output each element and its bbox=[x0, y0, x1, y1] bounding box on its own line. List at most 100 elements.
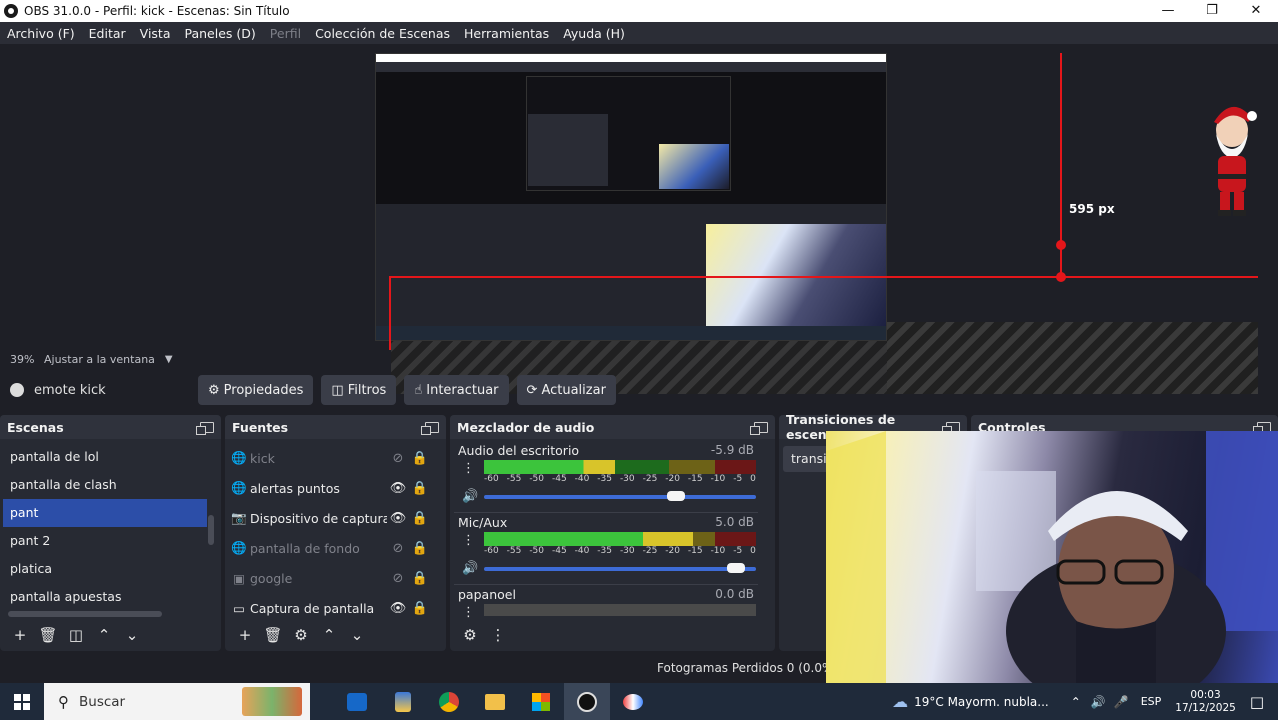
speaker-icon[interactable]: 🔊 bbox=[462, 489, 478, 504]
paint-icon[interactable] bbox=[610, 683, 656, 720]
chevron-down-icon[interactable]: ▼ bbox=[165, 354, 173, 365]
scenes-toolbar: + 🗑 ◫ ⌃ ⌄ bbox=[0, 619, 221, 651]
windows-start-icon[interactable] bbox=[0, 683, 44, 720]
slider-knob[interactable] bbox=[727, 563, 746, 573]
speaker-icon[interactable]: 🔊 bbox=[1091, 695, 1106, 709]
taskbar-apps bbox=[334, 683, 656, 720]
chevron-up-icon[interactable]: ⌃ bbox=[315, 626, 343, 644]
scrollbar[interactable] bbox=[208, 515, 214, 545]
scene-item[interactable]: pantalla de clash bbox=[3, 471, 207, 499]
menu-paneles[interactable]: Paneles (D) bbox=[178, 26, 263, 41]
source-item[interactable]: 🌐 kick ⊘ 🔒 bbox=[231, 443, 431, 473]
source-name: pantalla de fondo bbox=[250, 540, 360, 556]
undock-icon[interactable] bbox=[750, 421, 768, 435]
channel-name: Mic/Aux bbox=[458, 515, 508, 530]
gear-icon[interactable]: ⚙ bbox=[456, 626, 484, 644]
audio-mixer-dock: Mezclador de audio Audio del escritorio … bbox=[450, 415, 775, 651]
undock-icon[interactable] bbox=[421, 421, 439, 435]
menu-ayuda[interactable]: Ayuda (H) bbox=[556, 26, 632, 41]
trash-icon[interactable]: 🗑 bbox=[259, 626, 287, 644]
chrome-icon[interactable] bbox=[426, 683, 472, 720]
kebab-menu-icon[interactable]: ⋮ bbox=[462, 533, 475, 548]
slider-knob[interactable] bbox=[667, 491, 686, 501]
menu-coleccion-escenas[interactable]: Colección de Escenas bbox=[308, 26, 457, 41]
menu-editar[interactable]: Editar bbox=[82, 26, 133, 41]
zoom-mode[interactable]: Ajustar a la ventana bbox=[44, 353, 155, 366]
filters-button[interactable]: ◫ Filtros bbox=[321, 375, 397, 405]
trash-icon[interactable]: 🗑 bbox=[34, 626, 62, 644]
menu-archivo[interactable]: Archivo (F) bbox=[0, 26, 82, 41]
kebab-menu-icon[interactable]: ⋮ bbox=[484, 626, 512, 644]
globe-icon bbox=[10, 383, 24, 397]
scene-item[interactable]: pant 2 bbox=[3, 527, 207, 555]
hand-pointer-icon: ☝ bbox=[414, 382, 423, 398]
source-item[interactable]: 🌐 alertas puntos 👁 🔒 bbox=[231, 473, 431, 503]
gear-icon: ⚙ bbox=[208, 382, 220, 398]
microphone-icon[interactable]: 🎤 bbox=[1114, 695, 1129, 709]
add-icon[interactable]: + bbox=[231, 626, 259, 644]
weather-widget[interactable]: ☁ 19°C Mayorm. nubla... bbox=[892, 692, 1049, 711]
refresh-button[interactable]: ⟳ Actualizar bbox=[516, 375, 616, 405]
file-explorer-icon[interactable] bbox=[472, 683, 518, 720]
chevron-up-icon[interactable]: ⌃ bbox=[1071, 695, 1081, 709]
transform-handle[interactable] bbox=[1056, 272, 1066, 282]
window-icon: ▣ bbox=[233, 570, 245, 586]
menu-bar: Archivo (F) Editar Vista Paneles (D) Per… bbox=[0, 22, 1278, 44]
menu-vista[interactable]: Vista bbox=[133, 26, 178, 41]
lock-icon[interactable]: 🔒 bbox=[409, 511, 431, 526]
sources-dock: Fuentes 🌐 kick ⊘ 🔒 🌐 alertas puntos 👁 🔒 … bbox=[225, 415, 446, 651]
speaker-icon[interactable]: 🔊 bbox=[462, 561, 478, 576]
preview-area[interactable]: 595 px bbox=[0, 44, 1278, 394]
chevron-down-icon[interactable]: ⌄ bbox=[343, 626, 371, 644]
preview-canvas[interactable] bbox=[375, 53, 887, 341]
transform-handle[interactable] bbox=[1056, 240, 1066, 250]
eye-hidden-icon[interactable]: ⊘ bbox=[387, 571, 409, 586]
properties-button[interactable]: ⚙ Propiedades bbox=[198, 375, 314, 405]
scrollbar[interactable] bbox=[8, 611, 162, 617]
chevron-up-icon[interactable]: ⌃ bbox=[90, 626, 118, 644]
gear-icon[interactable]: ⚙ bbox=[287, 626, 315, 644]
source-item[interactable]: ▣ google ⊘ 🔒 bbox=[231, 563, 431, 593]
filter-icon[interactable]: ◫ bbox=[62, 626, 90, 644]
nested-menu-bar bbox=[376, 62, 886, 72]
volume-slider[interactable] bbox=[484, 563, 756, 573]
eye-icon[interactable]: 👁 bbox=[387, 601, 409, 616]
clock[interactable]: 00:03 17/12/2025 bbox=[1175, 689, 1236, 715]
store-icon[interactable] bbox=[518, 683, 564, 720]
lock-icon[interactable]: 🔒 bbox=[409, 571, 431, 586]
outlook-icon[interactable] bbox=[334, 683, 380, 720]
lock-icon[interactable]: 🔒 bbox=[409, 541, 431, 556]
obs-taskbar-icon[interactable] bbox=[564, 683, 610, 720]
eye-icon[interactable]: 👁 bbox=[387, 481, 409, 496]
menu-herramientas[interactable]: Herramientas bbox=[457, 26, 556, 41]
source-item[interactable]: 🌐 pantalla de fondo ⊘ 🔒 bbox=[231, 533, 431, 563]
eye-hidden-icon[interactable]: ⊘ bbox=[387, 451, 409, 466]
santa-overlay[interactable] bbox=[1204, 100, 1260, 218]
notifications-icon[interactable]: □ bbox=[1250, 693, 1264, 711]
kebab-menu-icon[interactable]: ⋮ bbox=[462, 605, 475, 620]
lock-icon[interactable]: 🔒 bbox=[409, 481, 431, 496]
lock-icon[interactable]: 🔒 bbox=[409, 601, 431, 616]
add-icon[interactable]: + bbox=[6, 626, 34, 644]
scene-item[interactable]: pantalla de lol bbox=[3, 443, 207, 471]
rewards-icon[interactable] bbox=[380, 683, 426, 720]
close-icon[interactable]: ✕ bbox=[1234, 0, 1278, 22]
language-indicator[interactable]: ESP bbox=[1141, 695, 1162, 708]
kebab-menu-icon[interactable]: ⋮ bbox=[462, 461, 475, 476]
taskbar-search[interactable]: ⚲ Buscar bbox=[44, 683, 310, 720]
eye-hidden-icon[interactable]: ⊘ bbox=[387, 541, 409, 556]
source-item[interactable]: 📷 Dispositivo de captura 👁 🔒 bbox=[231, 503, 431, 533]
restore-icon[interactable]: ❐ bbox=[1190, 0, 1234, 22]
meter-tick-label: -45 bbox=[551, 474, 567, 484]
scene-item[interactable]: platica bbox=[3, 555, 207, 583]
chevron-down-icon[interactable]: ⌄ bbox=[118, 626, 146, 644]
interact-button[interactable]: ☝ Interactuar bbox=[404, 375, 509, 405]
source-list: 🌐 kick ⊘ 🔒 🌐 alertas puntos 👁 🔒 📷 Dispos… bbox=[231, 443, 431, 623]
undock-icon[interactable] bbox=[196, 421, 214, 435]
eye-icon[interactable]: 👁 bbox=[387, 511, 409, 526]
volume-slider[interactable] bbox=[484, 491, 756, 501]
scene-item[interactable]: pantalla apuestas bbox=[3, 583, 207, 611]
scene-item-active[interactable]: pant bbox=[3, 499, 207, 527]
minimize-icon[interactable]: — bbox=[1146, 0, 1190, 22]
lock-icon[interactable]: 🔒 bbox=[409, 451, 431, 466]
